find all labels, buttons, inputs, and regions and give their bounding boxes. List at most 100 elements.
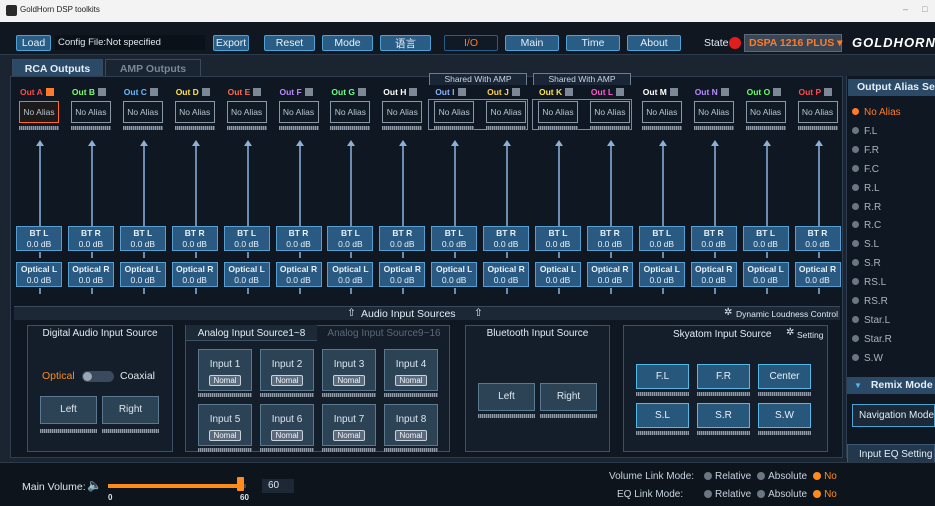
digital-left-button[interactable]: Left [40,396,97,424]
skyatom-button[interactable]: F.L [636,364,689,389]
language-button[interactable]: 语言 [380,35,431,51]
alias-option[interactable]: No Alias [852,107,901,118]
gear-icon[interactable]: ✲ [724,307,732,318]
bt-gain-box[interactable]: BT R 0.0 dB [586,226,633,251]
output-checkbox[interactable] [773,88,782,96]
optical-gain-box[interactable]: Optical L 0.0 dB [535,262,581,287]
gear-icon[interactable]: ✲ [786,327,794,338]
volume-link-option-label[interactable]: Relative [715,471,751,482]
optical-gain-box[interactable]: Optical L 0.0 dB [638,262,685,287]
optical-gain-box[interactable]: Optical L 0.0 dB [16,262,62,287]
digital-right-button[interactable]: Right [102,396,159,424]
bt-gain-box[interactable]: BT L 0.0 dB [638,226,685,251]
audio-input-sources-title[interactable]: Audio Input Sources [361,308,456,320]
nomal-mode-button[interactable]: Nomal [209,430,241,441]
optical-gain-box[interactable]: Optical L 0.0 dB [431,262,478,287]
alias-option[interactable]: RS.R [852,296,888,307]
output-checkbox[interactable] [304,88,313,96]
output-alias-box[interactable]: No Alias [693,101,734,123]
output-checkbox[interactable] [565,88,574,96]
alias-option[interactable]: F.C [852,164,879,175]
output-checkbox[interactable] [616,88,625,96]
optical-gain-box[interactable]: Optical L 0.0 dB [327,262,374,287]
dynamic-loudness-control[interactable]: Dynamic Loudness Control [736,309,838,319]
optical-gain-box[interactable]: Optical R 0.0 dB [171,262,218,287]
optical-gain-box[interactable]: Optical R 0.0 dB [794,262,841,287]
bluetooth-right-button[interactable]: Right [540,383,597,411]
output-alias-box[interactable]: No Alias [174,101,215,123]
alias-option[interactable]: S.L [852,239,879,250]
output-checkbox[interactable] [98,88,107,96]
volume-link-option-label[interactable]: Absolute [768,471,807,482]
nomal-mode-button[interactable]: Nomal [333,375,365,386]
alias-option[interactable]: S.W [852,353,883,364]
output-checkbox[interactable] [669,88,678,96]
bt-gain-box[interactable]: BT L 0.0 dB [431,226,478,251]
output-alias-box[interactable]: No Alias [226,101,267,123]
bluetooth-left-button[interactable]: Left [478,383,535,411]
volume-link-option-label[interactable]: No [824,471,837,482]
optical-gain-box[interactable]: Optical L 0.0 dB [742,262,789,287]
output-checkbox[interactable] [201,88,210,96]
bt-gain-box[interactable]: BT R 0.0 dB [275,226,322,251]
eq-link-option-label[interactable]: Relative [715,489,751,500]
skyatom-button[interactable]: S.W [758,403,811,428]
alias-option[interactable]: RS.L [852,277,886,288]
bt-gain-box[interactable]: BT L 0.0 dB [742,226,789,251]
volume-slider-handle[interactable] [237,477,244,491]
alias-option[interactable]: R.R [852,202,881,213]
output-alias-box[interactable]: No Alias [70,101,111,123]
output-alias-box[interactable]: No Alias [641,101,682,123]
optical-gain-box[interactable]: Optical R 0.0 dB [483,262,530,287]
bt-gain-box[interactable]: BT L 0.0 dB [327,226,374,251]
mode-button[interactable]: Mode [322,35,373,51]
bt-gain-box[interactable]: BT R 0.0 dB [690,226,737,251]
output-alias-box[interactable]: No Alias [745,101,786,123]
skyatom-setting-button[interactable]: Setting [797,330,823,340]
nomal-mode-button[interactable]: Nomal [395,430,427,441]
output-alias-box[interactable]: No Alias [382,101,423,123]
optical-gain-box[interactable]: Optical R 0.0 dB [67,262,114,287]
alias-option[interactable]: S.R [852,258,881,269]
maximize-button[interactable]: □ [922,4,927,14]
minimize-button[interactable]: – [903,4,908,14]
eq-link-radio-icon[interactable] [704,490,712,498]
bt-gain-box[interactable]: BT L 0.0 dB [535,226,581,251]
output-alias-box[interactable]: No Alias [330,101,371,123]
optical-gain-box[interactable]: Optical L 0.0 dB [223,262,270,287]
eq-link-radio-icon[interactable] [813,490,822,498]
output-alias-box[interactable]: No Alias [589,101,630,123]
bt-gain-box[interactable]: BT L 0.0 dB [16,226,62,251]
analog-input-9-16-title[interactable]: Analog Input Source9~16 [318,328,450,342]
nomal-mode-button[interactable]: Nomal [209,375,241,386]
optical-gain-box[interactable]: Optical R 0.0 dB [379,262,426,287]
tab-amp-outputs[interactable]: AMP Outputs [105,59,201,77]
load-button[interactable]: Load [16,35,51,51]
alias-option[interactable]: F.L [852,126,877,137]
alias-option[interactable]: R.L [852,183,880,194]
bt-gain-box[interactable]: BT L 0.0 dB [119,226,166,251]
output-alias-box[interactable]: No Alias [538,101,578,123]
eq-link-option-label[interactable]: Absolute [768,489,807,500]
optical-gain-box[interactable]: Optical R 0.0 dB [690,262,737,287]
alias-option[interactable]: F.R [852,145,879,156]
bt-gain-box[interactable]: BT R 0.0 dB [483,226,530,251]
output-alias-box[interactable]: No Alias [486,101,527,123]
nomal-mode-button[interactable]: Nomal [271,375,303,386]
bt-gain-box[interactable]: BT R 0.0 dB [379,226,426,251]
output-checkbox[interactable] [720,88,729,96]
export-button[interactable]: Export [213,35,249,51]
eq-link-option-label[interactable]: No [824,489,837,500]
alias-option[interactable]: Star.R [852,334,892,345]
output-checkbox[interactable] [457,88,466,96]
speaker-icon[interactable]: 🔈 [87,478,102,492]
tab-time[interactable]: Time [566,35,620,51]
tab-io[interactable]: I/O [444,35,498,51]
output-checkbox[interactable] [149,88,158,96]
nomal-mode-button[interactable]: Nomal [395,375,427,386]
skyatom-button[interactable]: S.R [697,403,750,428]
output-checkbox[interactable] [409,88,418,96]
bt-gain-box[interactable]: BT R 0.0 dB [67,226,114,251]
output-checkbox[interactable] [253,88,262,96]
optical-gain-box[interactable]: Optical R 0.0 dB [586,262,633,287]
